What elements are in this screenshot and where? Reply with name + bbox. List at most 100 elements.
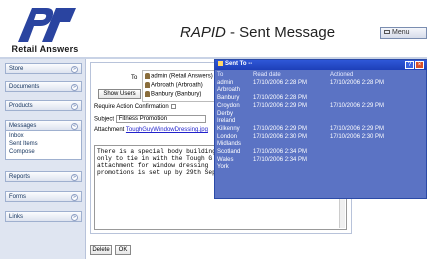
user-icon xyxy=(145,82,150,88)
cell-actioned: 17/10/2006 2:28 PM xyxy=(330,79,385,86)
col-header-actioned[interactable]: Actioned xyxy=(330,72,353,78)
delete-button[interactable]: Delete xyxy=(90,245,112,255)
attachment-link[interactable]: ToughGuyWindowDressing.jpg xyxy=(126,127,208,133)
col-header-read-date[interactable]: Read date xyxy=(253,72,281,78)
cell-read: 17/10/2006 2:34 PM xyxy=(253,156,308,163)
table-row: York xyxy=(215,164,426,172)
sidebar-header-documents[interactable]: Documents » xyxy=(5,81,82,92)
cell-to: Derby xyxy=(217,110,234,117)
page-title: RAPID - Sent Message xyxy=(180,24,335,41)
sidebar-header-label: Store xyxy=(9,66,24,72)
user-icon xyxy=(145,91,150,97)
sidebar-header-label: Products xyxy=(9,103,33,109)
cell-read: 17/10/2006 2:30 PM xyxy=(253,133,308,140)
recipient-name: Arbroath (Arbroath) xyxy=(151,82,203,89)
sidebar-header-forms[interactable]: Forms » xyxy=(5,191,82,202)
show-users-button[interactable]: Show Users xyxy=(98,89,141,99)
cell-to: Scotland xyxy=(217,149,241,155)
col-header-to[interactable]: To xyxy=(217,72,223,78)
sidebar-section-documents[interactable]: Documents » xyxy=(5,81,82,92)
sidebar-item-inbox[interactable]: Inbox xyxy=(9,133,78,141)
recipient-item: Banbury (Banbury) xyxy=(145,91,219,100)
cell-read: 17/10/2006 2:28 PM xyxy=(253,79,308,86)
menu-button[interactable]: Menu xyxy=(380,27,427,39)
table-row: Banbury 17/10/2006 2:28 PM xyxy=(215,95,426,103)
messages-submenu: Inbox Sent Items Compose xyxy=(5,131,82,160)
table-row: London 17/10/2006 2:30 PM 17/10/2006 2:30 … xyxy=(215,134,426,142)
attachment-row: Attachment ToughGuyWindowDressing.jpg xyxy=(94,127,208,133)
table-header: To Read date Actioned xyxy=(215,72,426,80)
table-row: Derby xyxy=(215,111,426,119)
cell-to: Ireland xyxy=(217,118,236,125)
popup-title: Sent To -- xyxy=(225,61,253,68)
table-row: Midlands xyxy=(215,141,426,149)
require-confirmation-label: Require Action Confirmation xyxy=(94,104,169,111)
cell-to: Banbury xyxy=(217,95,240,102)
chevron-down-icon[interactable]: » xyxy=(71,214,78,221)
recipients-list[interactable]: admin (Retail Answers) Arbroath (Arbroat… xyxy=(142,70,222,102)
menu-icon xyxy=(384,30,390,35)
chevron-down-icon[interactable]: » xyxy=(71,84,78,91)
subject-label: Subject xyxy=(94,116,115,123)
recipient-name: Banbury (Banbury) xyxy=(151,91,202,98)
sidebar-header-products[interactable]: Products » xyxy=(5,100,82,111)
retail-answers-logo: Retail Answers xyxy=(4,4,86,56)
require-confirmation-checkbox[interactable] xyxy=(170,104,176,109)
chevron-up-icon[interactable]: « xyxy=(71,123,78,130)
sidebar-section-reports[interactable]: Reports » xyxy=(5,171,82,182)
window-icon xyxy=(218,61,223,66)
cell-to: Arbroath xyxy=(217,87,241,94)
sidebar-header-messages[interactable]: Messages « xyxy=(5,120,82,131)
close-button[interactable]: × xyxy=(415,61,424,69)
help-button[interactable]: ? xyxy=(405,61,414,69)
ra-logo-icon xyxy=(18,8,76,42)
sidebar-item-sent-items[interactable]: Sent Items xyxy=(9,141,78,149)
table-row: Croydon 17/10/2006 2:29 PM 17/10/2006 2:29… xyxy=(215,103,426,111)
sidebar-section-forms[interactable]: Forms » xyxy=(5,191,82,202)
attachment-label: Attachment xyxy=(94,127,125,133)
page-title-app: RAPID xyxy=(180,24,226,41)
table-row: Ireland xyxy=(215,118,426,126)
sidebar: Store » Documents » Products » Messages « In… xyxy=(0,59,86,259)
table-row: Wales 17/10/2006 2:34 PM xyxy=(215,157,426,165)
logo-text: Retail Answers xyxy=(11,44,79,54)
sidebar-header-label: Forms xyxy=(9,194,26,200)
sidebar-section-links[interactable]: Links » xyxy=(5,211,82,222)
sidebar-header-reports[interactable]: Reports » xyxy=(5,171,82,182)
table-row: Arbroath xyxy=(215,87,426,95)
chevron-down-icon[interactable]: » xyxy=(71,194,78,201)
ok-button[interactable]: OK xyxy=(115,245,131,255)
cell-actioned: 17/10/2006 2:29 PM xyxy=(330,102,385,109)
cell-to: Kilkenny xyxy=(217,125,240,132)
sidebar-section-products[interactable]: Products » xyxy=(5,100,82,111)
app-header: Retail Answers RAPID - Sent Message Menu xyxy=(0,0,427,57)
chevron-down-icon[interactable]: » xyxy=(71,103,78,110)
sidebar-section-store[interactable]: Store » xyxy=(5,63,82,74)
sent-to-table: To Read date Actioned admin 17/10/2006 2:… xyxy=(215,70,426,198)
page-title-rest: - Sent Message xyxy=(225,24,336,41)
subject-field[interactable]: Fitness Promotion xyxy=(115,115,206,123)
sidebar-item-compose[interactable]: Compose xyxy=(9,149,78,157)
sidebar-header-label: Links xyxy=(9,214,24,220)
sidebar-header-store[interactable]: Store » xyxy=(5,63,82,74)
sidebar-header-label: Reports xyxy=(9,174,31,180)
sidebar-section-messages[interactable]: Messages « Inbox Sent Items Compose xyxy=(5,120,82,160)
sent-to-popup: Sent To -- ? × To Read date Actioned adm… xyxy=(214,59,427,199)
chevron-down-icon[interactable]: » xyxy=(71,174,78,181)
require-confirmation-row: Require Action Confirmation xyxy=(94,104,176,110)
table-row: admin 17/10/2006 2:28 PM 17/10/2006 2:28 P… xyxy=(215,80,426,88)
cell-to: York xyxy=(217,164,229,171)
menu-button-label: Menu xyxy=(392,29,410,36)
table-row: Kilkenny 17/10/2006 2:29 PM 17/10/2006 2:2… xyxy=(215,126,426,134)
cell-to: admin xyxy=(217,79,234,86)
cell-to: Midlands xyxy=(217,141,242,148)
sidebar-header-label: Messages xyxy=(9,123,37,129)
table-row: Scotland 17/10/2006 2:34 PM xyxy=(215,149,426,157)
sidebar-header-links[interactable]: Links » xyxy=(5,211,82,222)
cell-read: 17/10/2006 2:34 PM xyxy=(253,149,308,155)
chevron-down-icon[interactable]: » xyxy=(71,66,78,73)
cell-read: 17/10/2006 2:29 PM xyxy=(253,125,308,132)
recipient-name: admin (Retail Answers) xyxy=(151,73,213,80)
popup-titlebar[interactable]: Sent To -- xyxy=(215,60,427,70)
to-label: To xyxy=(131,75,138,81)
